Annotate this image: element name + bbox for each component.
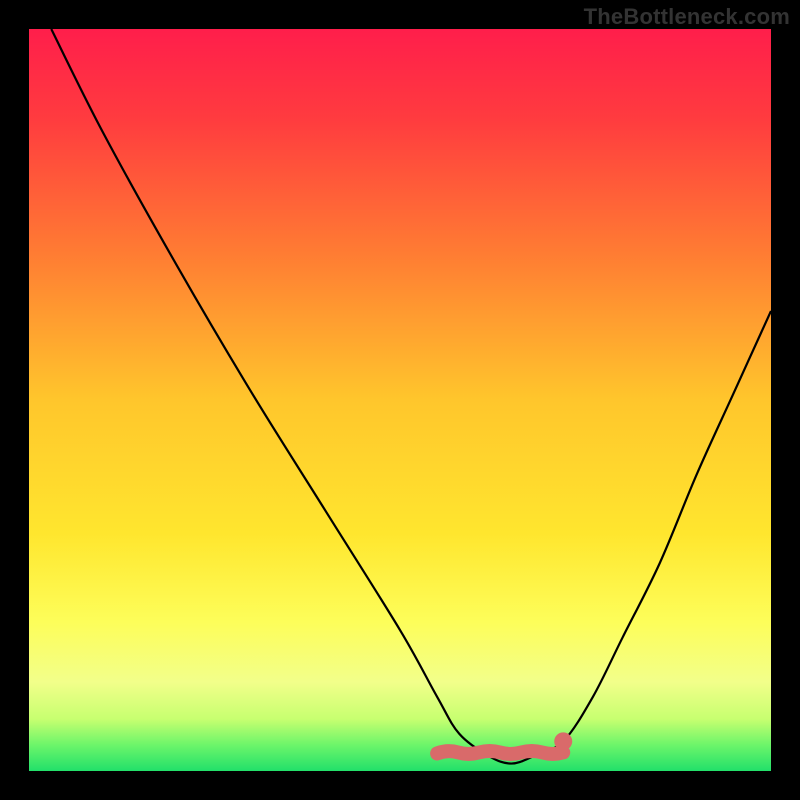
chart-stage: TheBottleneck.com	[0, 0, 800, 800]
plot-gradient	[29, 29, 771, 771]
chart-canvas	[0, 0, 800, 800]
watermark-text: TheBottleneck.com	[584, 4, 790, 30]
optimal-range-marker	[437, 751, 563, 754]
optimal-point-marker	[554, 732, 572, 750]
